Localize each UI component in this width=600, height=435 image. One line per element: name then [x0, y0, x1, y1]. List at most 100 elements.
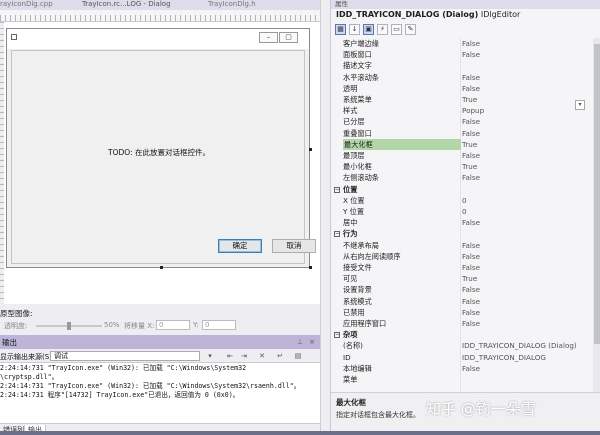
property-row[interactable]: 系统菜单 True: [331, 94, 593, 105]
output-panel: 输出 ⊥ × 显示输出来源(S): 调试 ▾ ⇤ ⇥ ✕ ↵ ▤ 2:24:14…: [0, 335, 320, 435]
property-value[interactable]: True: [462, 94, 477, 105]
categorized-icon[interactable]: ▦: [335, 24, 346, 35]
property-row[interactable]: 面板窗口 False: [331, 49, 593, 60]
property-value[interactable]: False: [462, 240, 480, 251]
collapse-icon[interactable]: −: [334, 231, 340, 238]
window-bottom-edge: [0, 431, 600, 435]
events-icon[interactable]: ⚡: [377, 24, 388, 35]
tab-traycon-dlg-cpp[interactable]: rayIconDlg.cpp: [0, 0, 53, 10]
ok-button[interactable]: 确定: [218, 239, 262, 253]
properties-object-selector[interactable]: IDD_TRAYICON_DIALOG (Dialog) IDlgEditor: [336, 10, 520, 19]
property-row[interactable]: 左侧滚动条 False: [331, 172, 593, 183]
property-row[interactable]: Y 位置 0: [331, 206, 593, 217]
property-row[interactable]: ID IDD_TRAYICON_DIALOG: [331, 352, 593, 363]
properties-icon[interactable]: ▣: [363, 24, 374, 35]
find-previous-icon[interactable]: ⇤: [226, 352, 234, 360]
property-value[interactable]: False: [462, 284, 480, 295]
property-row[interactable]: 不继承布局 False: [331, 240, 593, 251]
find-next-icon[interactable]: ⇥: [240, 352, 248, 360]
property-value[interactable]: False: [462, 262, 480, 273]
property-value[interactable]: False: [462, 72, 480, 83]
property-row[interactable]: 最大化框 True: [331, 138, 593, 150]
transparency-slider-knob[interactable]: [67, 322, 71, 330]
property-row[interactable]: 菜单: [331, 374, 593, 385]
property-value[interactable]: False: [462, 49, 480, 60]
property-value[interactable]: False: [462, 318, 480, 329]
property-row[interactable]: 从右向左阅读顺序 False: [331, 251, 593, 262]
property-category[interactable]: − 位置: [331, 184, 593, 195]
clear-all-icon[interactable]: ✕: [258, 352, 266, 360]
property-value[interactable]: False: [462, 38, 480, 49]
property-row[interactable]: 水平滚动条 False: [331, 72, 593, 83]
property-name: 从右向左阅读顺序: [343, 251, 401, 261]
property-value[interactable]: False: [462, 251, 480, 262]
property-row[interactable]: 已禁用 False: [331, 307, 593, 318]
property-value[interactable]: True: [462, 273, 477, 284]
messages-icon[interactable]: ▭: [391, 24, 402, 35]
property-row[interactable]: 样式 Popup: [331, 105, 593, 116]
pane-splitter[interactable]: [320, 0, 330, 435]
close-icon[interactable]: ×: [308, 338, 316, 346]
property-row[interactable]: 应用程序窗口 False: [331, 318, 593, 329]
tab-traycon-dlg-h[interactable]: TrayIconDlg.h: [208, 0, 256, 10]
property-value[interactable]: 0: [462, 206, 467, 217]
property-category[interactable]: − 行为: [331, 228, 593, 239]
chevron-down-icon[interactable]: ▾: [206, 352, 214, 360]
property-value[interactable]: False: [462, 296, 480, 307]
collapse-icon[interactable]: −: [334, 332, 340, 339]
dialog-preview[interactable]: – ▢ TODO: 在此放置对话框控件。 确定 取消: [6, 28, 316, 268]
property-value[interactable]: False: [462, 116, 480, 127]
value-dropdown-chevron-icon[interactable]: ▾: [575, 100, 585, 110]
property-value[interactable]: Popup: [462, 105, 484, 116]
property-name: 系统菜单: [343, 95, 372, 104]
property-row[interactable]: X 位置 0: [331, 195, 593, 206]
property-value[interactable]: False: [462, 128, 480, 139]
property-value[interactable]: False: [462, 307, 480, 318]
pin-icon[interactable]: ⊥: [296, 338, 304, 346]
output-log: 2:24:14:731 "TrayIcon.exe" (Win32): 已加载 …: [0, 364, 316, 420]
scrollbar-thumb[interactable]: [594, 44, 600, 344]
property-value[interactable]: 0: [462, 195, 467, 206]
property-row[interactable]: 透明 False: [331, 83, 593, 94]
collapse-icon[interactable]: −: [334, 186, 340, 193]
output-source-select[interactable]: 调试: [50, 351, 200, 361]
property-value[interactable]: False: [462, 83, 480, 94]
property-value[interactable]: True: [462, 161, 477, 172]
property-row[interactable]: 本地编辑 False: [331, 363, 593, 374]
property-row[interactable]: 已分层 False: [331, 116, 593, 127]
property-value[interactable]: False: [462, 172, 480, 183]
property-value[interactable]: IDD_TRAYICON_DIALOG (Dialog): [462, 340, 577, 351]
tab-dialog-resource[interactable]: TrayIcon.rc...LOG - Dialog: [82, 0, 171, 10]
resize-handle-corner[interactable]: [309, 266, 312, 269]
property-name: 左侧滚动条: [343, 173, 379, 183]
cancel-button[interactable]: 取消: [272, 239, 316, 253]
property-name: 已分层: [343, 117, 365, 127]
alphabetical-icon[interactable]: ↓: [349, 24, 360, 35]
property-grid-scrollbar[interactable]: [593, 38, 600, 396]
property-value[interactable]: False: [462, 363, 480, 374]
word-wrap-icon[interactable]: ↵: [276, 352, 284, 360]
property-value[interactable]: IDD_TRAYICON_DIALOG: [462, 352, 546, 363]
property-row[interactable]: 最小化框 True: [331, 161, 593, 172]
property-row[interactable]: 最顶层 False: [331, 150, 593, 161]
transparency-slider[interactable]: [36, 322, 102, 330]
property-value[interactable]: False: [462, 150, 480, 161]
property-row[interactable]: 居中 False: [331, 217, 593, 228]
property-value[interactable]: False: [462, 217, 480, 228]
property-row[interactable]: 可见 True: [331, 273, 593, 284]
property-row[interactable]: 接受文件 False: [331, 262, 593, 273]
property-category[interactable]: − 杂项: [331, 329, 593, 340]
offset-x-input[interactable]: 0: [156, 320, 190, 330]
offset-y-input[interactable]: 0: [202, 320, 236, 330]
property-row[interactable]: (名称) IDD_TRAYICON_DIALOG (Dialog): [331, 340, 593, 351]
property-row[interactable]: 系统模式 False: [331, 296, 593, 307]
property-value[interactable]: True: [462, 139, 477, 150]
property-row[interactable]: 客户端边缘 False: [331, 38, 593, 49]
toggle-output-icon[interactable]: ▤: [294, 352, 302, 360]
resize-handle-right[interactable]: [309, 148, 312, 151]
property-row[interactable]: 重叠窗口 False: [331, 128, 593, 139]
overrides-icon[interactable]: ✎: [405, 24, 416, 35]
property-row[interactable]: 设置背景 False: [331, 284, 593, 295]
property-row[interactable]: 描述文字: [331, 60, 593, 71]
resize-handle-bottom[interactable]: [160, 266, 163, 269]
